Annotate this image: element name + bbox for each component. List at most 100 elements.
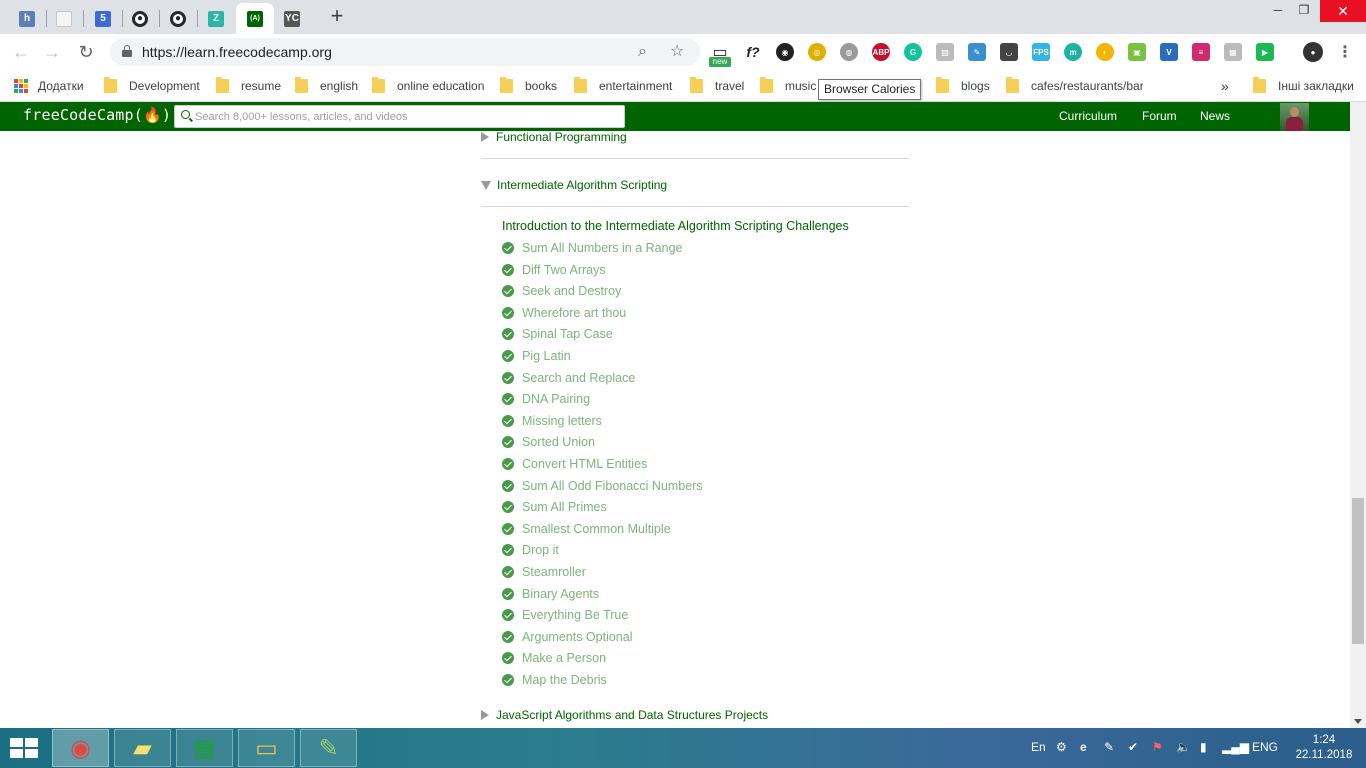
address-bar[interactable]: https://learn.freecodecamp.org ⌕ ☆	[110, 38, 700, 66]
adblock-plus-icon[interactable]: ABP	[872, 43, 890, 61]
challenge-item[interactable]: Steamroller	[502, 563, 586, 581]
browser-calories-icon[interactable]: ◎	[808, 43, 826, 61]
restore-button[interactable]: ❐	[1290, 0, 1318, 22]
bookmark-folder[interactable]: english	[295, 77, 358, 95]
bookmark-apps[interactable]: Додатки	[14, 77, 84, 95]
bookmark-folder[interactable]: blogs	[936, 77, 990, 95]
challenge-item[interactable]: Everything Be True	[502, 606, 628, 624]
lock-icon[interactable]	[122, 45, 132, 57]
bookmark-folder[interactable]: travel	[690, 77, 744, 95]
nav-curriculum-link[interactable]: Curriculum	[1059, 109, 1117, 123]
challenge-item[interactable]: Pig Latin	[502, 347, 571, 365]
bookmark-folder[interactable]: Development	[104, 77, 200, 95]
challenge-item[interactable]: Seek and Destroy	[502, 282, 621, 300]
taskbar-app[interactable]: ◉	[52, 729, 109, 767]
grammarly-icon[interactable]: G	[904, 43, 922, 61]
bookmark-folder[interactable]: entertainment	[574, 77, 672, 95]
scroll-down-arrow-icon[interactable]	[1354, 719, 1362, 724]
challenge-item[interactable]: Drop it	[502, 541, 559, 559]
challenge-item[interactable]: Smallest Common Multiple	[502, 520, 671, 538]
back-arrow-icon[interactable]: ←	[9, 40, 33, 64]
minimize-button[interactable]: ─	[1264, 0, 1292, 22]
block-intermediate-algorithm-scripting[interactable]: Intermediate Algorithm Scripting	[481, 177, 909, 193]
tab-active[interactable]: (A)	[236, 3, 274, 34]
fcc-search-box[interactable]	[174, 105, 625, 128]
battery-icon[interactable]: ▮	[1200, 740, 1207, 754]
challenge-item[interactable]: Sum All Numbers in a Range	[502, 239, 683, 257]
color-picker-icon[interactable]: ◉	[776, 43, 794, 61]
flag-error-icon[interactable]: ⚑	[1152, 740, 1163, 754]
pocket-icon[interactable]: ◡	[1000, 43, 1018, 61]
night-mode-icon[interactable]: ◐	[1096, 43, 1114, 61]
nav-forum-link[interactable]: Forum	[1142, 109, 1177, 123]
evernote-icon[interactable]: ▣	[1128, 43, 1146, 61]
network-tools-icon[interactable]: ⚙	[1056, 740, 1067, 754]
forward-arrow-icon[interactable]: →	[40, 40, 64, 64]
challenge-item[interactable]: Convert HTML Entities	[502, 455, 647, 473]
challenge-item[interactable]: Make a Person	[502, 649, 606, 667]
vuejs-icon[interactable]: V	[1160, 43, 1178, 61]
taskbar-app[interactable]: ▦	[176, 729, 233, 767]
url-text[interactable]: https://learn.freecodecamp.org	[142, 44, 332, 60]
challenge-item[interactable]: Sum All Primes	[502, 498, 607, 516]
windows-start-icon[interactable]	[10, 738, 38, 758]
bookmark-folder[interactable]: resume	[216, 77, 281, 95]
challenge-item[interactable]: Arguments Optional	[502, 628, 632, 646]
other-bookmarks-folder[interactable]: Інші закладки	[1253, 77, 1354, 95]
bookmark-folder[interactable]: music	[760, 77, 816, 95]
menu-kebab-icon[interactable]: ⋮	[1336, 43, 1354, 61]
globe-icon[interactable]: ◍	[840, 43, 858, 61]
play-icon[interactable]: ▶	[1256, 43, 1274, 61]
tab[interactable]: h	[9, 3, 45, 34]
challenge-item[interactable]: DNA Pairing	[502, 390, 590, 408]
bookmark-folder[interactable]: online education	[372, 77, 484, 95]
bookmark-folder[interactable]: cafes/restaurants/bar	[1006, 77, 1143, 95]
bookmark-folder[interactable]: books	[500, 77, 557, 95]
pen-icon[interactable]: ✎	[968, 43, 986, 61]
fcc-logo[interactable]: freeCodeCamp(🔥)	[23, 106, 171, 124]
tab[interactable]: ●	[122, 3, 158, 34]
fps-icon[interactable]: FPS	[1032, 43, 1050, 61]
block-functional-programming[interactable]: Functional Programming	[481, 131, 909, 145]
user-avatar[interactable]	[1280, 103, 1309, 131]
challenge-item[interactable]: Map the Debris	[502, 671, 607, 689]
new-tab-button[interactable]: +	[326, 5, 348, 28]
close-window-button[interactable]: ✕	[1320, 0, 1366, 22]
challenge-item[interactable]: Binary Agents	[502, 585, 599, 603]
nav-news-link[interactable]: News	[1200, 109, 1230, 123]
tab[interactable]: 5	[85, 3, 121, 34]
e-app-icon[interactable]: e	[1080, 740, 1087, 754]
signal-icon[interactable]: ▂▄▆	[1222, 740, 1249, 754]
image-icon[interactable]: ▨	[936, 43, 954, 61]
formula-icon[interactable]: f?	[744, 43, 762, 61]
bookmark-star-icon[interactable]: ☆	[670, 43, 684, 61]
page-scrollbar[interactable]	[1350, 102, 1366, 728]
taskbar-app[interactable]: ✎	[300, 729, 357, 767]
block-intro-link[interactable]: Introduction to the Intermediate Algorit…	[502, 219, 849, 233]
zoom-icon[interactable]: ⌕	[638, 43, 647, 61]
challenge-item[interactable]: Diff Two Arrays	[502, 261, 606, 279]
grid-icon[interactable]: ▦	[1224, 43, 1242, 61]
taskbar-app[interactable]: ▰	[114, 729, 171, 767]
fcc-search-input[interactable]	[195, 109, 615, 125]
elementor-icon[interactable]: ≡	[1192, 43, 1210, 61]
tab[interactable]: YC	[274, 3, 310, 34]
challenge-item[interactable]: Wherefore art thou	[502, 304, 626, 322]
bookmarks-overflow-chevron-icon[interactable]: »	[1221, 77, 1229, 95]
input-language-indicator[interactable]: En	[1031, 740, 1046, 754]
shield-check-icon[interactable]: ✔	[1128, 740, 1138, 754]
language-indicator[interactable]: ENG	[1252, 740, 1278, 754]
challenge-item[interactable]: Sum All Odd Fibonacci Numbers	[502, 477, 703, 495]
tab[interactable]	[46, 3, 82, 34]
challenge-item[interactable]: Search and Replace	[502, 369, 635, 387]
tab[interactable]: ●	[160, 3, 196, 34]
block-javascript-projects[interactable]: JavaScript Algorithms and Data Structure…	[481, 707, 909, 723]
mercury-icon[interactable]: m	[1064, 43, 1082, 61]
reload-icon[interactable]: ↻	[74, 40, 98, 64]
pen-tool-icon[interactable]: ✎	[1104, 740, 1114, 754]
challenge-item[interactable]: Sorted Union	[502, 433, 595, 451]
challenge-item[interactable]: Missing letters	[502, 412, 602, 430]
taskbar-app[interactable]: ▭	[238, 729, 295, 767]
volume-icon[interactable]: 🔈	[1176, 740, 1191, 754]
tab[interactable]: Z	[198, 3, 234, 34]
